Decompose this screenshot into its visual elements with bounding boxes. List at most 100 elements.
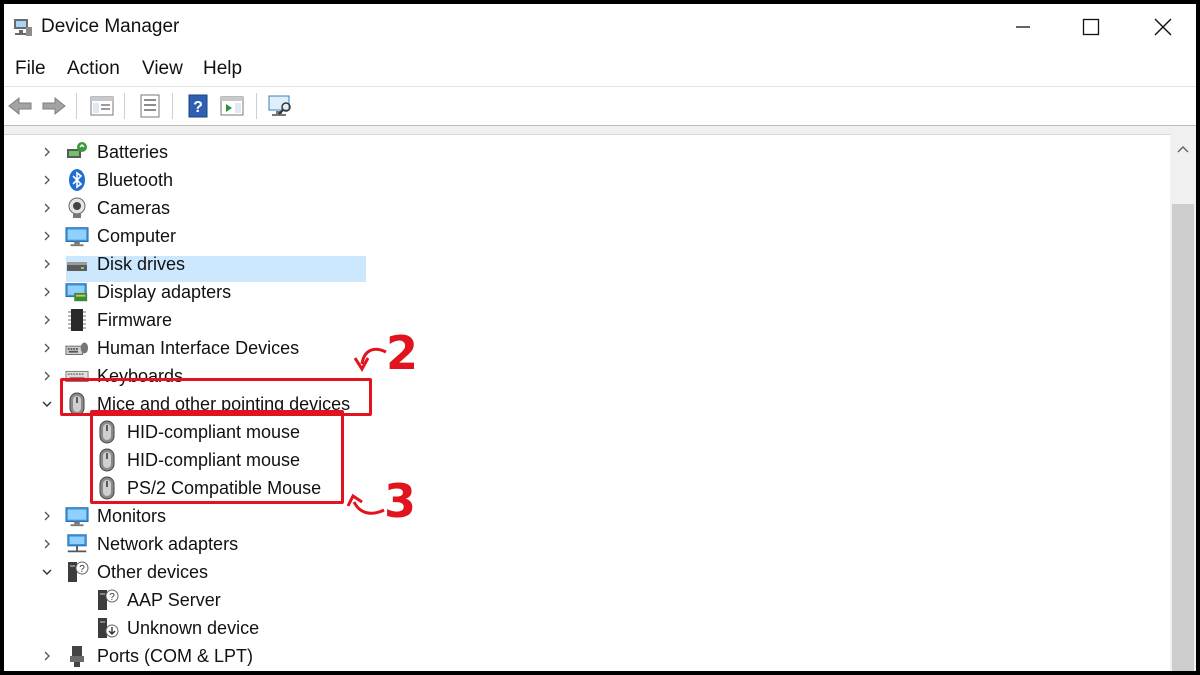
toolbar: ? xyxy=(4,86,1196,125)
chevron-right-icon[interactable] xyxy=(40,229,54,243)
tree-item-label: Display adapters xyxy=(97,281,232,302)
menu-view[interactable]: View xyxy=(142,58,183,80)
battery-icon xyxy=(65,140,89,164)
toolbar-separator xyxy=(256,93,257,119)
minimize-icon xyxy=(1016,26,1030,28)
chevron-right-icon[interactable] xyxy=(40,649,54,663)
chevron-right-icon[interactable] xyxy=(40,537,54,551)
tree-item-network-adapters[interactable]: Network adapters xyxy=(40,530,238,558)
annotation-number-step2: 2 xyxy=(386,326,419,380)
tree-item-label: Batteries xyxy=(97,141,169,162)
tree-item-firmware[interactable]: Firmware xyxy=(40,306,172,334)
annotation-arrow-step3 xyxy=(346,493,385,515)
tree-item-label: Cameras xyxy=(97,197,171,218)
camera-icon xyxy=(65,196,89,220)
back-button[interactable] xyxy=(6,93,34,119)
svg-text:?: ? xyxy=(109,592,115,603)
svg-text:?: ? xyxy=(193,99,203,116)
scroll-up-button[interactable] xyxy=(1170,134,1196,164)
toolbar-separator xyxy=(124,93,125,119)
disk-drive-icon xyxy=(65,252,89,276)
chevron-right-icon[interactable] xyxy=(40,313,54,327)
chevron-right-icon[interactable] xyxy=(40,509,54,523)
tree-item-label: Ports (COM & LPT) xyxy=(97,645,254,666)
minimize-button[interactable] xyxy=(988,4,1058,50)
properties-button[interactable] xyxy=(136,93,164,119)
tree-item-label: Network adapters xyxy=(97,533,239,554)
chevron-right-icon[interactable] xyxy=(40,285,54,299)
chevron-up-icon xyxy=(1177,146,1189,153)
tree-item-label: Monitors xyxy=(97,505,167,526)
annotation-box-step3 xyxy=(90,410,344,504)
close-icon xyxy=(1154,18,1172,36)
tree-item-label: Disk drives xyxy=(97,253,186,274)
tree-item-computer[interactable]: Computer xyxy=(40,222,176,250)
menu-file[interactable]: File xyxy=(15,58,46,80)
menu-help[interactable]: Help xyxy=(203,58,242,80)
port-icon xyxy=(65,644,89,668)
tree-item-label: Firmware xyxy=(97,309,172,330)
tree-item-other-devices[interactable]: ? Other devices xyxy=(40,558,208,586)
scan-hardware-button[interactable] xyxy=(266,93,294,119)
tree-item-label: Bluetooth xyxy=(97,169,174,190)
hid-icon xyxy=(65,336,89,360)
chevron-right-icon[interactable] xyxy=(40,201,54,215)
properties-icon xyxy=(140,94,160,118)
tree-item-disk-drives[interactable]: Disk drives xyxy=(40,250,185,278)
menu-action[interactable]: Action xyxy=(67,58,120,80)
other-devices-icon: ? xyxy=(65,560,89,584)
action-pane-icon xyxy=(220,96,244,116)
close-button[interactable] xyxy=(1128,4,1196,50)
device-manager-app-icon xyxy=(14,19,32,36)
svg-text:?: ? xyxy=(79,564,85,575)
tree-item-label: Computer xyxy=(97,225,177,246)
device-manager-window: Device Manager File Action View Help ? B… xyxy=(4,4,1196,671)
tree-item-label: Other devices xyxy=(97,561,209,582)
tree-item-ports[interactable]: Ports (COM & LPT) xyxy=(40,642,253,670)
network-adapter-icon xyxy=(65,532,89,556)
monitor-icon xyxy=(65,504,89,528)
action-pane-button[interactable] xyxy=(218,93,246,119)
chevron-down-icon[interactable] xyxy=(40,397,54,411)
maximize-button[interactable] xyxy=(1056,4,1126,50)
menu-bar: File Action View Help xyxy=(4,54,1196,84)
help-icon: ? xyxy=(188,94,208,118)
computer-icon xyxy=(65,224,89,248)
chevron-right-icon[interactable] xyxy=(40,369,54,383)
tree-item-display-adapters[interactable]: Display adapters xyxy=(40,278,231,306)
firmware-icon xyxy=(65,308,89,332)
display-adapter-icon xyxy=(65,280,89,304)
forward-button[interactable] xyxy=(40,93,68,119)
chevron-right-icon[interactable] xyxy=(40,257,54,271)
scan-hardware-icon xyxy=(268,95,291,116)
toolbar-separator xyxy=(76,93,77,119)
tree-item-label: Human Interface Devices xyxy=(97,337,300,358)
annotation-number-step3: 3 xyxy=(384,474,417,528)
chevron-right-icon[interactable] xyxy=(40,173,54,187)
annotation-arrow-step2 xyxy=(353,347,387,372)
tree-item-cameras[interactable]: Cameras xyxy=(40,194,170,222)
chevron-right-icon[interactable] xyxy=(40,145,54,159)
tree-item-unknown-device[interactable]: Unknown device xyxy=(95,614,259,642)
help-button[interactable]: ? xyxy=(184,93,212,119)
back-arrow-icon xyxy=(8,96,32,116)
tree-item-label: AAP Server xyxy=(127,589,221,610)
chevron-right-icon[interactable] xyxy=(40,341,54,355)
tree-item-human-interface-devices[interactable]: Human Interface Devices xyxy=(40,334,299,362)
maximize-icon xyxy=(1082,18,1100,36)
forward-arrow-icon xyxy=(42,96,66,116)
scrollbar-thumb[interactable] xyxy=(1172,204,1194,671)
unknown-device-icon: ? xyxy=(95,588,119,612)
toolbar-separator xyxy=(172,93,173,119)
chevron-down-icon[interactable] xyxy=(40,565,54,579)
window-title: Device Manager xyxy=(41,16,180,37)
tree-item-bluetooth[interactable]: Bluetooth xyxy=(40,166,173,194)
show-hide-console-tree-button[interactable] xyxy=(88,93,116,119)
tree-item-label: Unknown device xyxy=(127,617,260,638)
unknown-device-icon xyxy=(95,616,119,640)
tree-item-batteries[interactable]: Batteries xyxy=(40,138,168,166)
show-hide-console-tree-icon xyxy=(90,96,114,116)
tree-item-monitors[interactable]: Monitors xyxy=(40,502,166,530)
tree-item-aap-server[interactable]: ? AAP Server xyxy=(95,586,221,614)
bluetooth-icon xyxy=(65,168,89,192)
